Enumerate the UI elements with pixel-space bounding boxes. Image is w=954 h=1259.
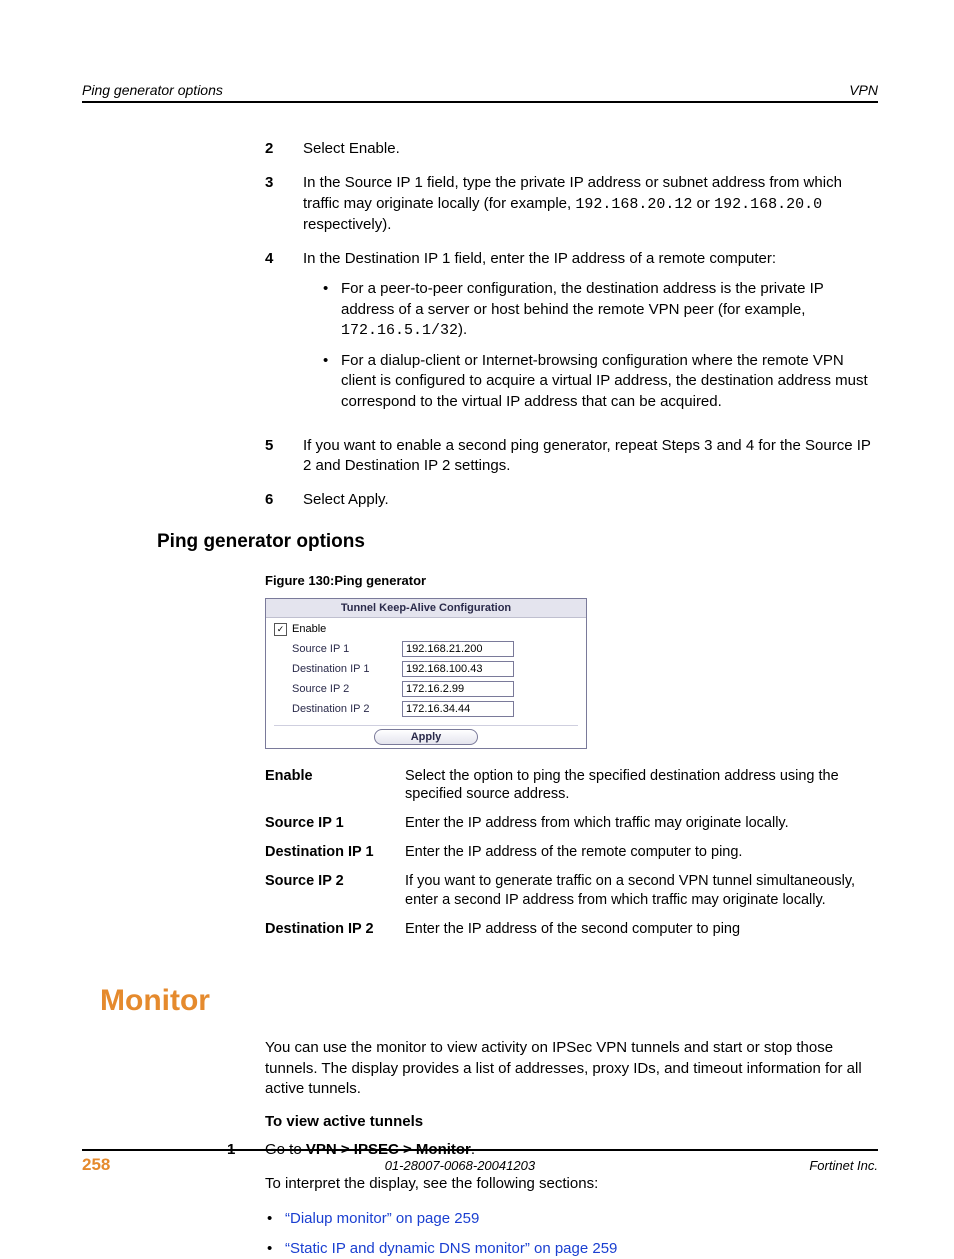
tunnel-config-panel: Tunnel Keep-Alive Configuration ✓ Enable… <box>265 598 587 749</box>
enable-checkbox[interactable]: ✓ <box>274 623 287 636</box>
monitor-intro: You can use the monitor to view activity… <box>265 1038 878 1099</box>
step-2: 2 Select Enable. <box>265 139 878 159</box>
field-label: Destination IP 2 <box>292 703 402 715</box>
step-text: If you want to enable a second ping gene… <box>303 436 878 477</box>
bullet-item: • For a dialup-client or Internet-browsi… <box>323 351 878 412</box>
def-row: Destination IP 2 Enter the IP address of… <box>265 920 878 939</box>
destination-ip-1-row: Destination IP 1 <box>274 659 578 679</box>
header-right: VPN <box>849 82 878 98</box>
to-view-subhead: To view active tunnels <box>265 1113 878 1130</box>
text-fragment: respectively). <box>303 216 391 233</box>
code-inline: 172.16.5.1/32 <box>341 322 458 339</box>
step-4: 4 In the Destination IP 1 field, enter t… <box>265 249 878 422</box>
def-term: Destination IP 1 <box>265 843 405 862</box>
monitor-block: You can use the monitor to view activity… <box>265 1038 878 1130</box>
page-footer: 258 01-28007-0068-20041203 Fortinet Inc. <box>82 1149 878 1175</box>
bullet-item: • For a peer-to-peer configuration, the … <box>323 279 878 341</box>
figure-block: Figure 130:Ping generator Tunnel Keep-Al… <box>265 573 878 939</box>
step-number: 4 <box>265 249 303 422</box>
definition-table: Enable Select the option to ping the spe… <box>265 767 878 939</box>
def-desc: Enter the IP address of the remote compu… <box>405 843 878 862</box>
def-term: Source IP 1 <box>265 814 405 833</box>
step-3: 3 In the Source IP 1 field, type the pri… <box>265 173 878 235</box>
static-ip-monitor-link[interactable]: “Static IP and dynamic DNS monitor” on p… <box>285 1239 617 1259</box>
step-number: 3 <box>265 173 303 235</box>
figure-caption: Figure 130:Ping generator <box>265 573 878 588</box>
enable-label: Enable <box>292 623 326 635</box>
def-desc: If you want to generate traffic on a sec… <box>405 872 878 910</box>
bullet-list: • For a peer-to-peer configuration, the … <box>323 279 878 412</box>
page: Ping generator options VPN 2 Select Enab… <box>0 0 954 1235</box>
def-row: Enable Select the option to ping the spe… <box>265 767 878 805</box>
bullet-dot: • <box>323 351 341 412</box>
content-column: 2 Select Enable. 3 In the Source IP 1 fi… <box>265 139 878 511</box>
page-number: 258 <box>82 1155 110 1175</box>
apply-row: Apply <box>274 725 578 748</box>
code-inline: 192.168.20.12 <box>575 196 692 213</box>
interpret-text: To interpret the display, see the follow… <box>265 1174 878 1194</box>
running-header: Ping generator options VPN <box>82 82 878 103</box>
bullet-item: • “Dialup monitor” on page 259 <box>267 1209 878 1229</box>
dialup-monitor-link[interactable]: “Dialup monitor” on page 259 <box>285 1209 479 1229</box>
source-ip-1-input[interactable] <box>402 641 514 657</box>
def-desc: Enter the IP address from which traffic … <box>405 814 878 833</box>
def-term: Enable <box>265 767 405 805</box>
text-fragment: ). <box>458 321 467 338</box>
step-6: 6 Select Apply. <box>265 490 878 510</box>
field-label: Source IP 2 <box>292 683 402 695</box>
step-number: 6 <box>265 490 303 510</box>
bullet-dot: • <box>323 279 341 341</box>
def-desc: Select the option to ping the specified … <box>405 767 878 805</box>
step-text: Select Apply. <box>303 490 878 510</box>
step-text: Select Enable. <box>303 139 878 159</box>
bullet-text: For a dialup-client or Internet-browsing… <box>341 351 878 412</box>
link-list: • “Dialup monitor” on page 259 • “Static… <box>267 1209 878 1259</box>
source-ip-2-input[interactable] <box>402 681 514 697</box>
panel-body: ✓ Enable Source IP 1 Destination IP 1 So… <box>266 618 586 748</box>
def-row: Source IP 2 If you want to generate traf… <box>265 872 878 910</box>
step-text: In the Destination IP 1 field, enter the… <box>303 249 878 422</box>
step-5: 5 If you want to enable a second ping ge… <box>265 436 878 477</box>
bullet-text: For a peer-to-peer configuration, the de… <box>341 279 878 341</box>
destination-ip-2-row: Destination IP 2 <box>274 699 578 719</box>
destination-ip-2-input[interactable] <box>402 701 514 717</box>
source-ip-2-row: Source IP 2 <box>274 679 578 699</box>
text-fragment: or <box>692 195 714 212</box>
source-ip-1-row: Source IP 1 <box>274 639 578 659</box>
enable-row: ✓ Enable <box>274 623 578 636</box>
def-term: Source IP 2 <box>265 872 405 910</box>
step-number: 2 <box>265 139 303 159</box>
field-label: Source IP 1 <box>292 643 402 655</box>
field-label: Destination IP 1 <box>292 663 402 675</box>
footer-company: Fortinet Inc. <box>809 1158 878 1173</box>
apply-button[interactable]: Apply <box>374 729 479 745</box>
text-fragment: For a peer-to-peer configuration, the de… <box>341 280 824 317</box>
code-inline: 192.168.20.0 <box>714 196 822 213</box>
monitor-heading: Monitor <box>100 984 878 1018</box>
step-text: In the Source IP 1 field, type the priva… <box>303 173 878 235</box>
step-number: 5 <box>265 436 303 477</box>
panel-title: Tunnel Keep-Alive Configuration <box>266 599 586 618</box>
def-term: Destination IP 2 <box>265 920 405 939</box>
def-desc: Enter the IP address of the second compu… <box>405 920 878 939</box>
def-row: Destination IP 1 Enter the IP address of… <box>265 843 878 862</box>
bullet-dot: • <box>267 1239 285 1259</box>
footer-doc-id: 01-28007-0068-20041203 <box>385 1158 535 1173</box>
header-left: Ping generator options <box>82 82 223 98</box>
bullet-dot: • <box>267 1209 285 1229</box>
bullet-item: • “Static IP and dynamic DNS monitor” on… <box>267 1239 878 1259</box>
destination-ip-1-input[interactable] <box>402 661 514 677</box>
section-heading: Ping generator options <box>157 531 878 553</box>
def-row: Source IP 1 Enter the IP address from wh… <box>265 814 878 833</box>
text-fragment: In the Destination IP 1 field, enter the… <box>303 250 776 267</box>
